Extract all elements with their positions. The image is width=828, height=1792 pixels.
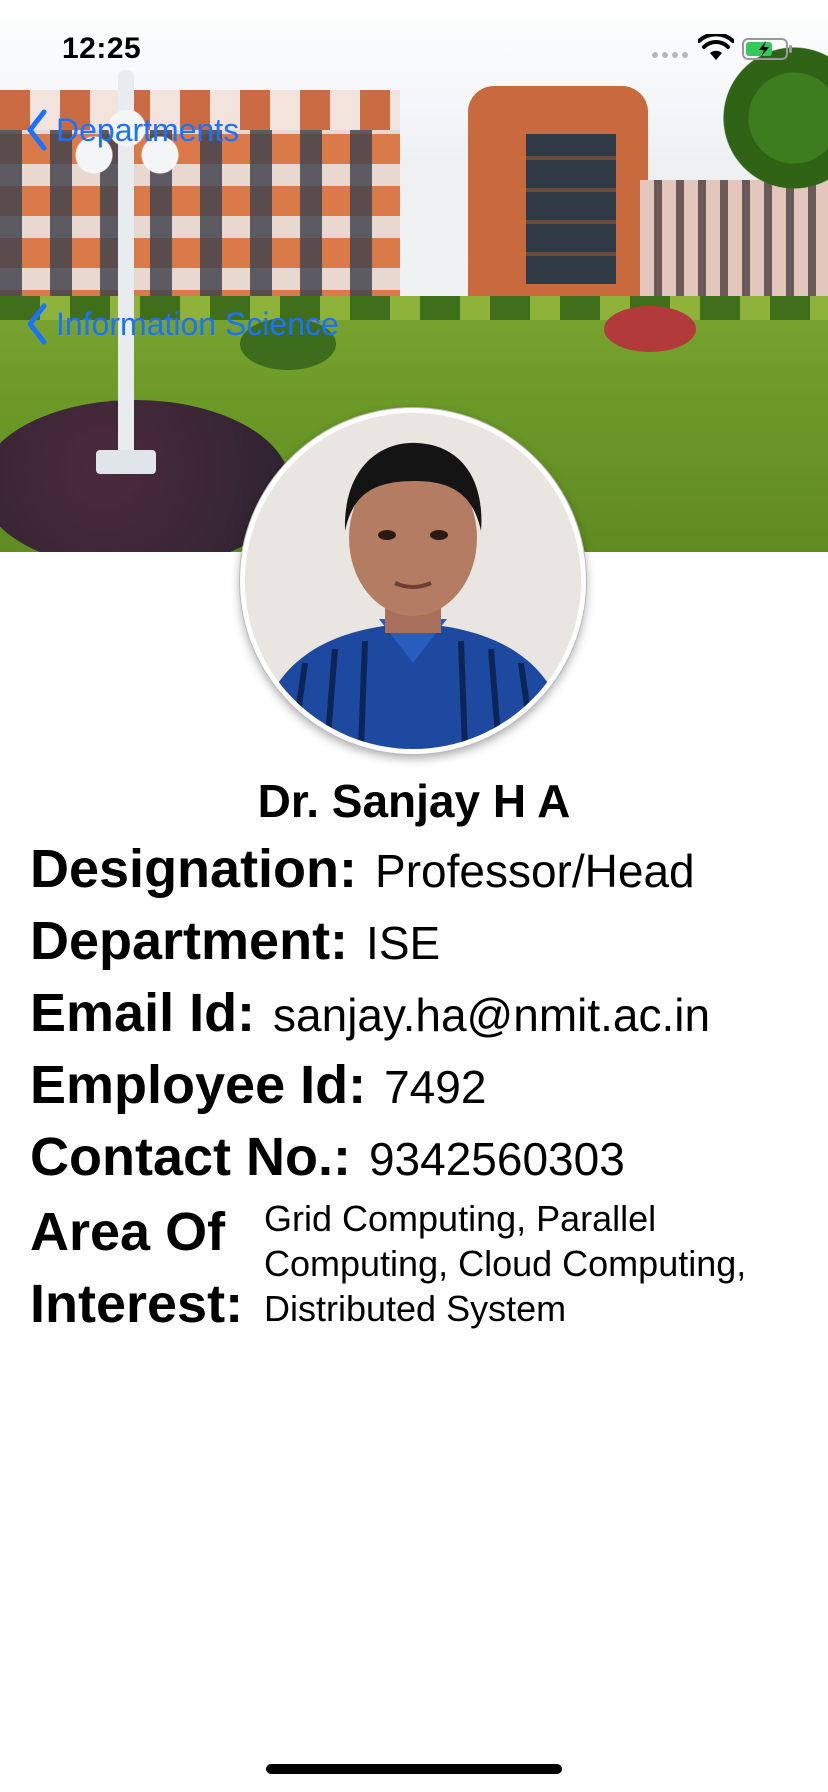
status-bar: 12:25 xyxy=(0,0,828,100)
avatar xyxy=(240,408,586,754)
profile-photo xyxy=(245,413,581,749)
department-row: Department: ISE xyxy=(30,910,440,972)
contact-label: Contact No.: xyxy=(30,1127,351,1187)
designation-label: Designation: xyxy=(30,839,358,899)
cellular-signal-icon xyxy=(652,52,688,58)
back-button-label: Information Science xyxy=(56,305,339,342)
department-label: Department: xyxy=(30,911,349,971)
chevron-left-icon xyxy=(27,303,47,345)
department-value: ISE xyxy=(366,917,441,969)
battery-charging-icon xyxy=(742,38,792,60)
profile-name: Dr. Sanjay H A xyxy=(257,775,571,827)
employee-id-value: 7492 xyxy=(384,1061,487,1113)
back-button-information-science[interactable]: Information Science xyxy=(24,302,339,346)
employee-id-label: Employee Id: xyxy=(30,1055,367,1115)
campus-building-tower xyxy=(468,86,648,316)
area-of-interest-label: Area Of Interest: xyxy=(30,1196,243,1340)
back-button-label: Departments xyxy=(56,111,240,148)
designation-value: Professor/Head xyxy=(375,845,695,897)
email-value[interactable]: sanjay.ha@nmit.ac.in xyxy=(273,988,710,1042)
employee-id-row: Employee Id: 7492 xyxy=(30,1054,486,1116)
flower-bush xyxy=(604,306,696,352)
area-of-interest-value: Grid Computing, Parallel Computing, Clou… xyxy=(264,1198,747,1329)
wifi-icon xyxy=(698,34,734,60)
lamp-base xyxy=(96,450,156,474)
interest-label-line-1: Area Of xyxy=(30,1202,226,1262)
chevron-left-icon xyxy=(27,109,47,151)
email-label: Email Id: xyxy=(30,983,256,1043)
back-button-departments[interactable]: Departments xyxy=(24,108,239,152)
contact-value[interactable]: 9342560303 xyxy=(369,1132,625,1186)
status-time: 12:25 xyxy=(62,32,142,65)
contact-row: Contact No.: 9342560303 xyxy=(30,1126,625,1188)
email-row: Email Id: sanjay.ha@nmit.ac.in xyxy=(30,982,710,1044)
home-indicator xyxy=(266,1764,562,1774)
interest-label-line-2: Interest: xyxy=(30,1274,244,1334)
designation-row: Designation: Professor/Head xyxy=(30,838,695,900)
